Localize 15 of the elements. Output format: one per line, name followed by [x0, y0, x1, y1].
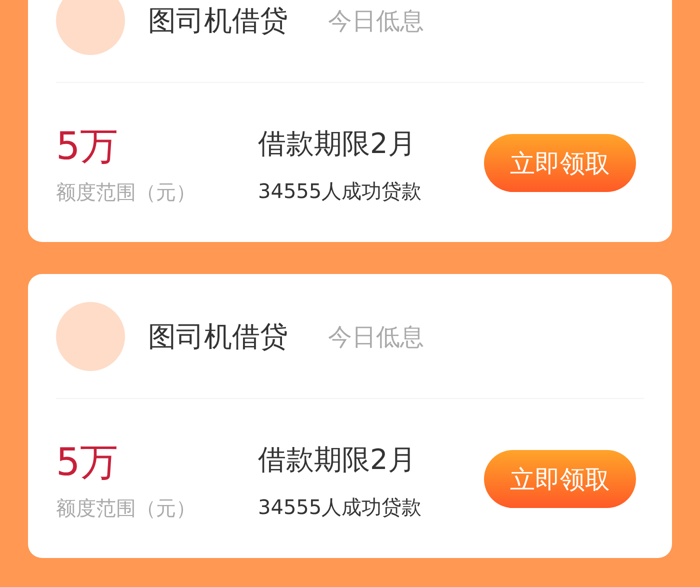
claim-button[interactable]: 立即领取 [484, 450, 636, 508]
amount-label: 额度范围（元） [56, 178, 197, 206]
lender-name: 图司机借贷 [148, 320, 288, 352]
lender-tagline: 今日低息 [328, 322, 424, 350]
amount-label: 额度范围（元） [56, 494, 197, 522]
logo-circle-icon [56, 0, 125, 55]
loan-amount: 5万 [56, 122, 120, 170]
claim-button[interactable]: 立即领取 [484, 134, 636, 192]
loan-amount: 5万 [56, 438, 120, 486]
loan-term: 借款期限2月 [258, 126, 417, 162]
loan-term: 借款期限2月 [258, 442, 417, 478]
lender-name: 图司机借贷 [148, 4, 288, 36]
success-count: 34555人成功贷款 [258, 494, 423, 520]
lender-tagline: 今日低息 [328, 6, 424, 34]
success-count: 34555人成功贷款 [258, 178, 423, 204]
